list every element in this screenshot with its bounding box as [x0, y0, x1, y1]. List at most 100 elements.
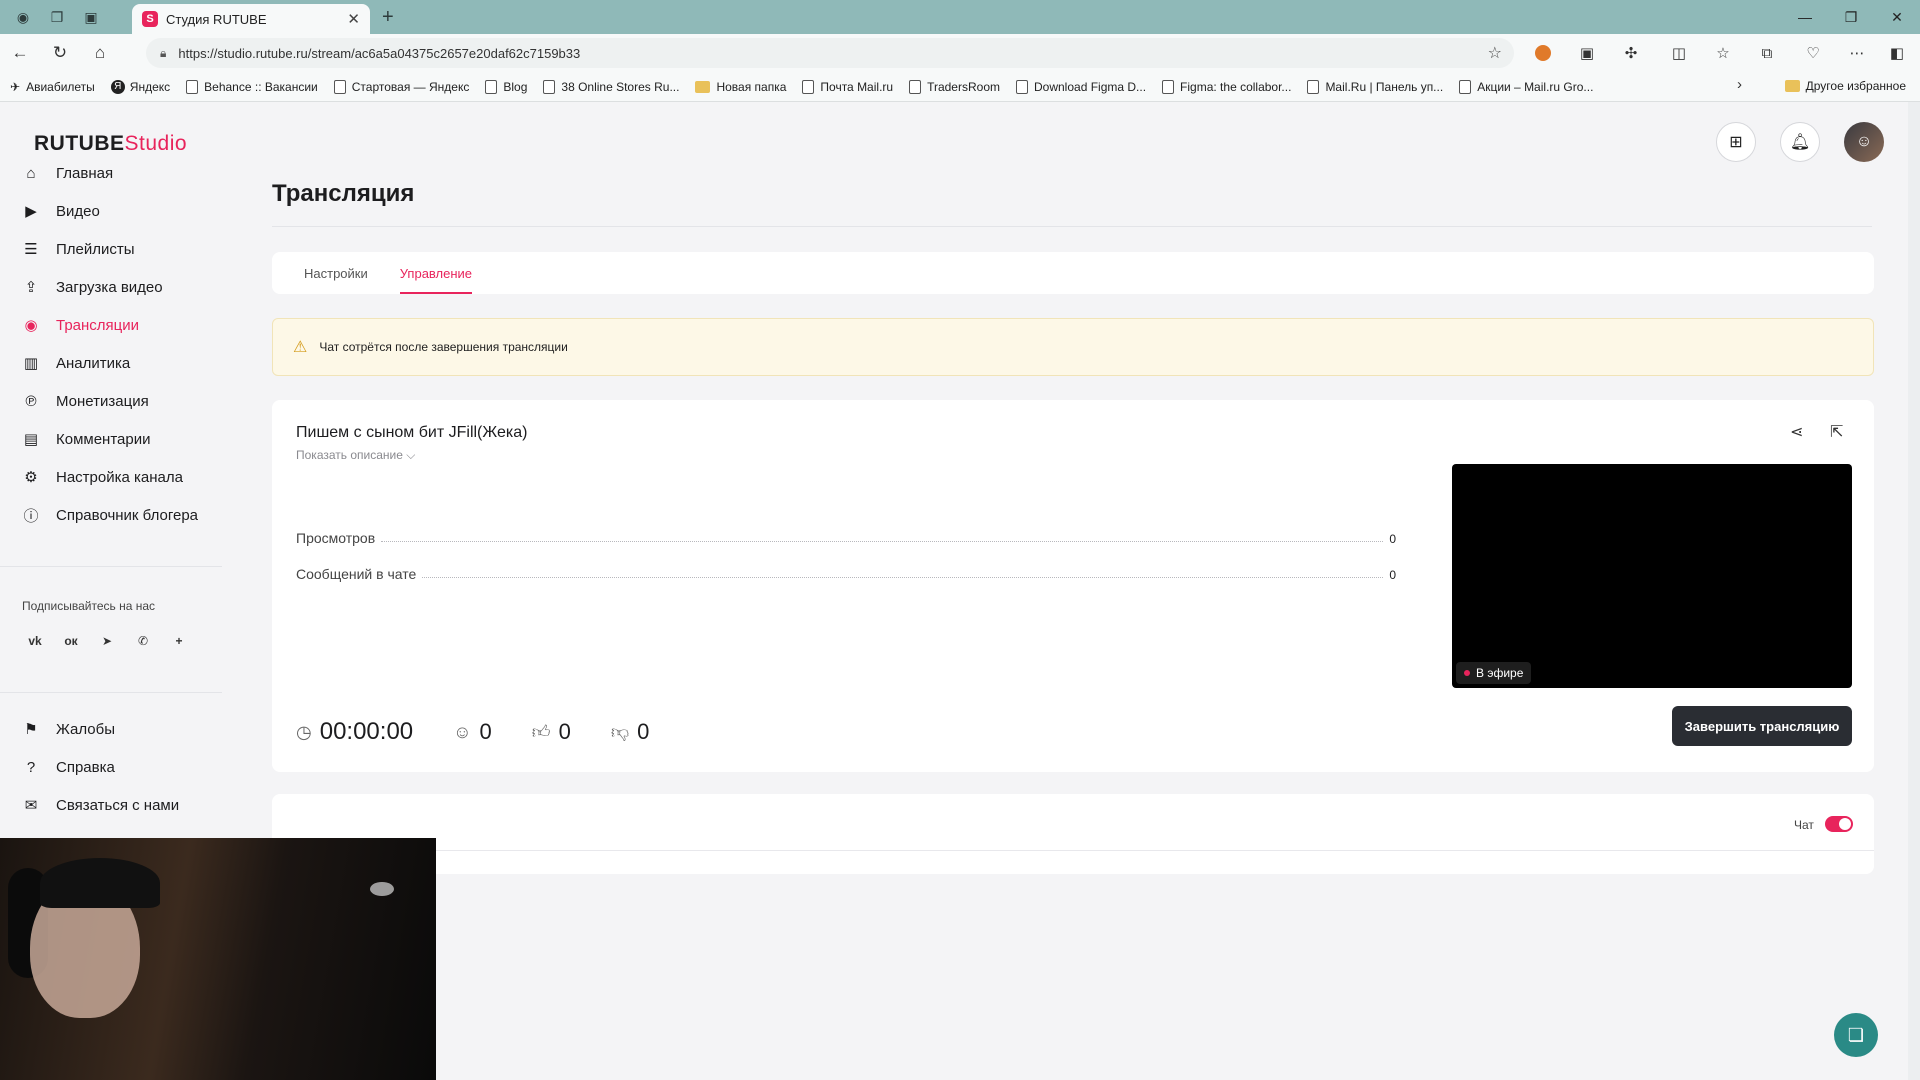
- profile-icon[interactable]: ◉: [12, 6, 34, 28]
- reload-icon[interactable]: ↻: [40, 34, 80, 72]
- bookmark-item[interactable]: Behance :: Вакансии: [186, 79, 318, 94]
- sidebar-item-label: Трансляции: [56, 316, 140, 334]
- warning-icon: ⚠: [293, 339, 308, 356]
- plus-icon[interactable]: +: [166, 628, 192, 654]
- close-window-icon[interactable]: ✕: [1874, 0, 1920, 34]
- favorite-star-icon[interactable]: ☆: [1488, 43, 1502, 63]
- sidebar-item-label: Видео: [56, 202, 100, 220]
- page-icon: [1016, 79, 1028, 94]
- sidebar-item-upload[interactable]: ⇪ Загрузка видео: [22, 268, 222, 306]
- create-button[interactable]: ⊞: [1716, 122, 1756, 162]
- stat-views: Просмотров 0: [296, 530, 1396, 546]
- chat-toggle[interactable]: [1825, 816, 1853, 832]
- show-description-toggle[interactable]: Показать описание ⌵: [296, 448, 415, 463]
- page-title: Трансляция: [272, 180, 415, 207]
- bookmark-item[interactable]: Я Яндекс: [110, 79, 170, 94]
- minimize-icon[interactable]: —: [1782, 0, 1828, 34]
- page-icon: [1459, 79, 1472, 94]
- bookmark-label: Авиабилеты: [26, 79, 95, 94]
- page-scrollbar[interactable]: [1908, 102, 1920, 1080]
- bookmarks-bar: ✈ Авиабилеты Я Яндекс Behance :: Вакансии Ста…: [0, 72, 1920, 102]
- sidebar-item-flag[interactable]: ⚑ Жалобы: [22, 710, 222, 748]
- extensions-icon[interactable]: ✣: [1620, 42, 1642, 64]
- window-controls: — ❐ ✕: [1782, 0, 1920, 34]
- restore-icon[interactable]: ❐: [1828, 0, 1874, 34]
- end-stream-button[interactable]: Завершить трансляцию: [1672, 706, 1852, 746]
- avatar[interactable]: ☺: [1844, 122, 1884, 162]
- sidebar-item-comments[interactable]: ▤ Комментарии: [22, 420, 222, 458]
- bookmark-item[interactable]: Стартовая — Яндекс: [333, 79, 469, 94]
- bookmark-item[interactable]: Blog: [485, 79, 528, 94]
- sidebar-item-home[interactable]: ⌂ Главная: [22, 154, 222, 192]
- settings-icon: ⚙: [24, 469, 38, 486]
- comments-icon: ▤: [23, 431, 39, 448]
- new-tab-icon[interactable]: +: [382, 6, 394, 29]
- sidebar-toggle-icon[interactable]: ◧: [1886, 42, 1908, 64]
- stat-label: Просмотров: [296, 530, 376, 546]
- sidebar-item-label: Справка: [56, 758, 115, 776]
- sidebar-item-playlist[interactable]: ☰ Плейлисты: [22, 230, 222, 268]
- vk-icon[interactable]: vk: [22, 628, 48, 654]
- bookmark-item[interactable]: Новая папка: [695, 80, 786, 94]
- other-bookmarks[interactable]: Другое избранное: [1784, 79, 1906, 93]
- sidebar-item-label: Справочник блогера: [56, 506, 199, 524]
- tab-actions-icon[interactable]: ▣: [80, 6, 102, 28]
- extension-picture-icon[interactable]: ▣: [1576, 42, 1598, 64]
- bookmark-item[interactable]: Mail.Ru | Панель уп...: [1307, 79, 1443, 94]
- sidebar-item-analytics[interactable]: ▥ Аналитика: [22, 344, 222, 382]
- tab-management[interactable]: Управление: [399, 252, 473, 294]
- back-icon[interactable]: ←: [0, 34, 40, 72]
- extension-red-icon[interactable]: [1532, 42, 1554, 64]
- page-icon: [543, 79, 556, 94]
- workspaces-icon[interactable]: ❐: [46, 6, 68, 28]
- bookmark-label: Blog: [503, 79, 528, 94]
- bookmark-item[interactable]: Download Figma D...: [1016, 79, 1146, 94]
- share-icon[interactable]: ⋖: [1790, 422, 1803, 442]
- bookmark-item[interactable]: ✈ Авиабилеты: [10, 80, 95, 94]
- bookmark-item[interactable]: Акции – Mail.ru Gro...: [1459, 79, 1594, 94]
- video-icon: ▶: [25, 203, 37, 220]
- ok-icon[interactable]: ок: [58, 628, 84, 654]
- live-badge: В эфире: [1456, 662, 1532, 684]
- telegram-icon[interactable]: ➤: [94, 628, 120, 654]
- browser-tab-active[interactable]: S Студия RUTUBE ✕: [132, 4, 370, 34]
- collections-icon[interactable]: ⧉: [1756, 42, 1778, 64]
- viewer-icon: ☺: [453, 721, 472, 742]
- browser-tab-bar: ◉ ❐ ▣ S Студия RUTUBE ✕ + — ❐ ✕: [0, 0, 1920, 34]
- lock-icon[interactable]: 🔒︎: [160, 46, 166, 61]
- bookmark-item[interactable]: Figma: the collabor...: [1162, 79, 1292, 94]
- stream-preview[interactable]: В эфире: [1452, 464, 1852, 688]
- favorites-icon[interactable]: ☆: [1712, 42, 1734, 64]
- bookmark-item[interactable]: 38 Online Stores Ru...: [543, 79, 680, 94]
- bookmark-item[interactable]: TradersRoom: [909, 79, 1000, 94]
- bookmark-label: 38 Online Stores Ru...: [561, 79, 680, 94]
- sidebar-item-mail[interactable]: ✉ Связаться с нами: [22, 786, 222, 824]
- notifications-button[interactable]: 🔔︎: [1780, 122, 1820, 162]
- likes-count: 👍︎ 0: [531, 719, 571, 744]
- address-bar[interactable]: 🔒︎ https://studio.rutube.ru/stream/ac6a5…: [146, 38, 1514, 68]
- bookmark-label: Figma: the collabor...: [1180, 79, 1292, 94]
- sidebar-item-video[interactable]: ▶ Видео: [22, 192, 222, 230]
- stat-label: Сообщений в чате: [296, 566, 417, 582]
- bookmark-item[interactable]: Почта Mail.ru: [802, 79, 893, 94]
- flag-icon: ⚑: [24, 721, 38, 738]
- split-screen-icon[interactable]: ◫: [1668, 42, 1690, 64]
- sidebar-item-monetization[interactable]: ℗ Монетизация: [22, 382, 222, 420]
- tab-settings[interactable]: Настройки: [304, 252, 368, 294]
- home-browser-icon[interactable]: ⌂: [80, 34, 120, 72]
- support-chat-button[interactable]: ❏: [1834, 1013, 1878, 1057]
- sidebar-item-help[interactable]: ? Справка: [22, 748, 222, 786]
- clock-icon: ◷: [296, 721, 312, 742]
- sidebar-item-broadcast[interactable]: ◉ Трансляции: [22, 306, 222, 344]
- bookmark-label: Акции – Mail.ru Gro...: [1477, 79, 1594, 94]
- browser-essentials-icon[interactable]: ♡: [1802, 42, 1824, 64]
- sidebar-item-settings[interactable]: ⚙ Настройка канала: [22, 458, 222, 496]
- rutube-studio-logo[interactable]: RUTUBEStudio: [34, 132, 187, 156]
- open-external-icon[interactable]: ⇱: [1830, 422, 1843, 442]
- bookmarks-overflow-icon[interactable]: ›: [1737, 76, 1742, 93]
- browser-tab-title: Студия RUTUBE: [166, 11, 267, 27]
- sidebar-item-guide[interactable]: ⓘ Справочник блогера: [22, 496, 222, 534]
- more-menu-icon[interactable]: ⋯: [1846, 42, 1868, 64]
- close-tab-icon[interactable]: ✕: [347, 10, 360, 28]
- viber-icon[interactable]: ✆: [130, 628, 156, 654]
